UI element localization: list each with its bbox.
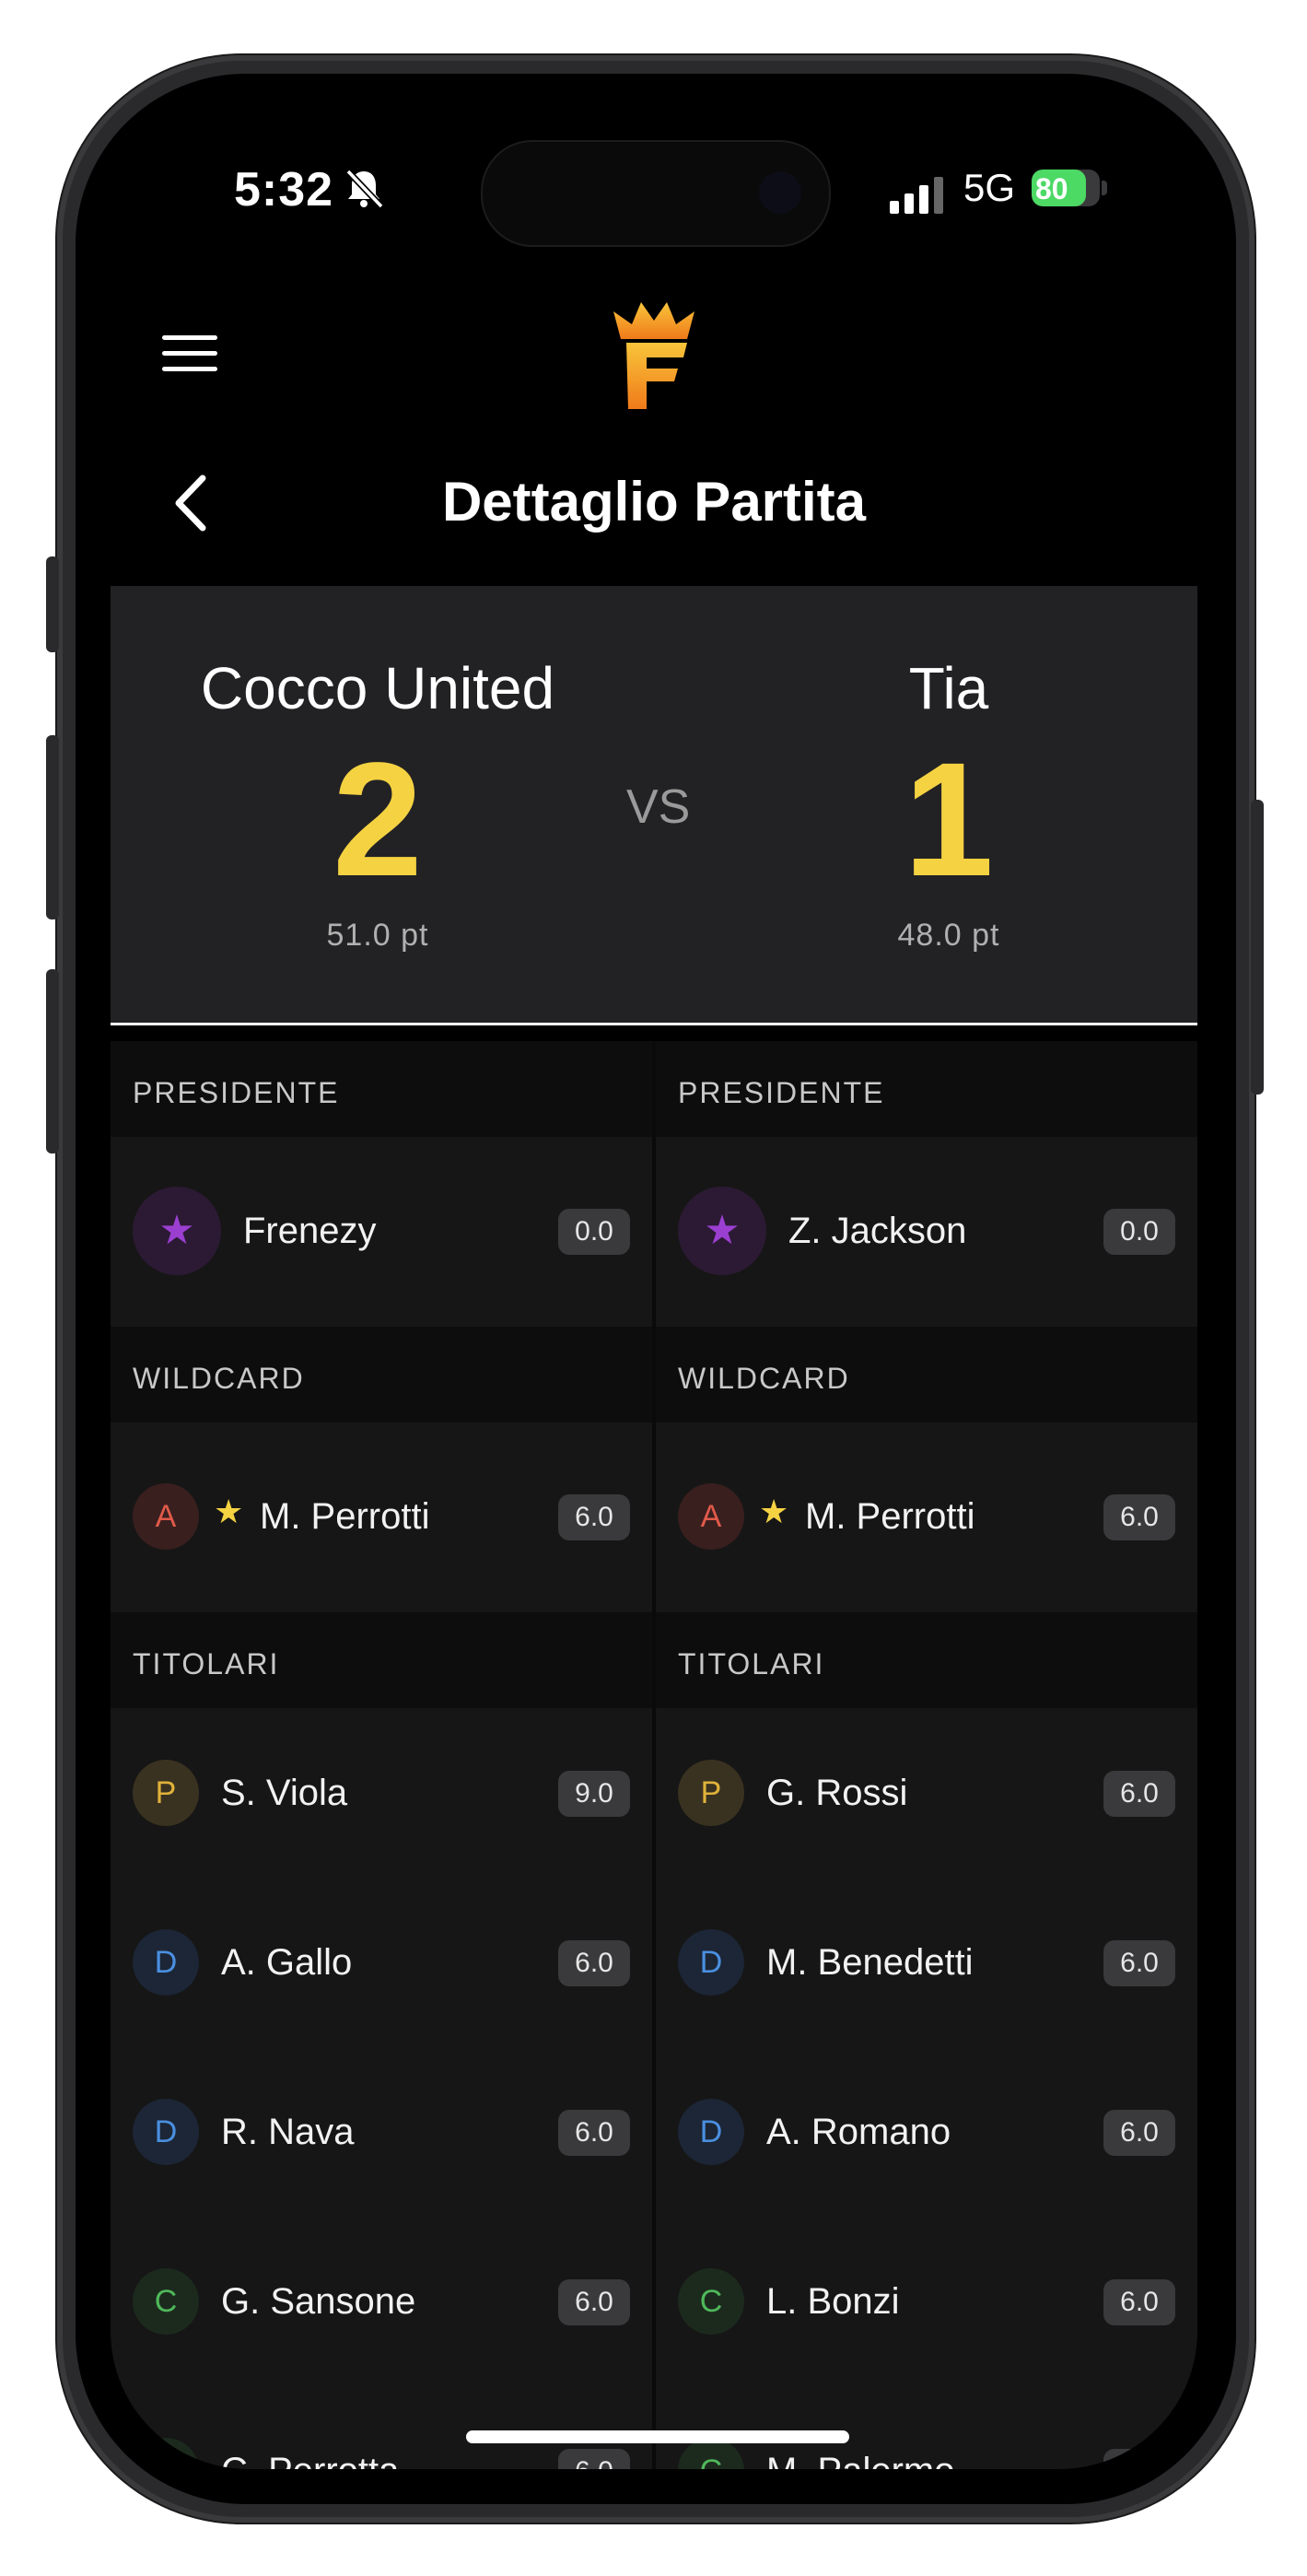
home-team-points: 51.0 pt (326, 918, 429, 953)
volume-down-button (46, 969, 59, 1153)
list-item[interactable]: C C. Perrotta 6.0 (111, 2386, 652, 2469)
player-name: M. Perrotti (260, 1496, 430, 1537)
player-name: M. Perrotti (805, 1496, 975, 1537)
action-button (46, 556, 59, 652)
star-icon: ★ (678, 1187, 766, 1275)
player-name: A. Gallo (221, 1942, 353, 1983)
bell-slash-icon (345, 169, 384, 209)
section-header-wildcard: WILDCARD (111, 1327, 652, 1423)
player-name: M. Palermo (766, 2451, 955, 2469)
player-name: S. Viola (221, 1773, 348, 1813)
list-item[interactable]: P S. Viola 9.0 (111, 1708, 652, 1879)
volume-up-button (46, 735, 59, 919)
role-badge: D (678, 2099, 744, 2165)
player-name: R. Nava (221, 2112, 355, 2152)
list-item[interactable]: D R. Nava 6.0 (111, 2047, 652, 2219)
player-name: L. Bonzi (766, 2281, 900, 2322)
section-header-titolari: TITOLARI (111, 1612, 652, 1708)
vs-label: VS (626, 780, 691, 834)
role-badge: D (133, 1929, 199, 1996)
role-badge: P (678, 1760, 744, 1826)
battery-percentage: 80 (1035, 172, 1068, 205)
president-name: Z. Jackson (788, 1211, 967, 1251)
star-icon: ★ (214, 1493, 244, 1530)
screen: 5:32 5G 80 Dettaglio Partita Cocco Unite… (111, 109, 1197, 2469)
hamburger-menu-icon[interactable] (162, 335, 217, 376)
score-badge: 6.0 (1103, 1771, 1175, 1817)
away-team-score: 1 (904, 730, 994, 910)
score-badge: 6.0 (558, 1940, 630, 1986)
score-badge: 0.0 (558, 1209, 630, 1255)
network-type: 5G (963, 166, 1016, 209)
star-icon: ★ (759, 1493, 789, 1530)
battery-icon: 80 (1032, 170, 1100, 206)
section-header-titolari: TITOLARI (656, 1612, 1197, 1708)
list-item[interactable]: C L. Bonzi 6.0 (656, 2217, 1197, 2388)
list-item[interactable]: D A. Gallo 6.0 (111, 1878, 652, 2049)
player-name: G. Rossi (766, 1773, 908, 1813)
section-header-wildcard: WILDCARD (656, 1327, 1197, 1423)
home-team-score: 2 (333, 730, 423, 910)
score-badge: 6.0 (1103, 2279, 1175, 2325)
role-badge: A (678, 1483, 744, 1550)
player-name: C. Perrotta (221, 2451, 399, 2469)
player-name: G. Sansone (221, 2281, 416, 2322)
president-name: Frenezy (243, 1211, 377, 1251)
status-bar: 5:32 5G 80 (111, 109, 1197, 275)
away-team-points: 48.0 pt (897, 918, 1000, 953)
list-item[interactable]: D A. Romano 6.0 (656, 2047, 1197, 2219)
score-badge: 6.0 (558, 1494, 630, 1540)
player-name: M. Benedetti (766, 1942, 974, 1983)
score-badge: 6.0 (1103, 2449, 1175, 2469)
list-item[interactable]: C G. Sansone 6.0 (111, 2217, 652, 2388)
wildcard-row[interactable]: A ★ M. Perrotti 6.0 (111, 1423, 652, 1614)
role-badge: P (133, 1760, 199, 1826)
role-badge: C (678, 2268, 744, 2335)
wildcard-row[interactable]: A ★ M. Perrotti 6.0 (656, 1423, 1197, 1614)
score-badge: 9.0 (558, 1771, 630, 1817)
app-logo-icon (613, 302, 694, 409)
score-badge: 6.0 (1103, 1940, 1175, 1986)
page-title: Dettaglio Partita (441, 471, 867, 533)
battery-tip (1102, 181, 1107, 195)
score-badge: 6.0 (558, 2110, 630, 2156)
role-badge: A (133, 1483, 199, 1550)
home-indicator[interactable] (466, 2430, 849, 2443)
section-header-presidente: PRESIDENTE (111, 1041, 652, 1137)
score-badge: 6.0 (1103, 2110, 1175, 2156)
list-item[interactable]: D M. Benedetti 6.0 (656, 1878, 1197, 2049)
president-row[interactable]: ★ Frenezy 0.0 (111, 1137, 652, 1329)
star-icon: ★ (133, 1187, 221, 1275)
section-header-presidente: PRESIDENTE (656, 1041, 1197, 1137)
dynamic-island (481, 140, 831, 247)
home-team-name: Cocco United (200, 655, 555, 721)
status-time: 5:32 (234, 163, 334, 217)
power-button (1251, 800, 1264, 1095)
role-badge: C (133, 2268, 199, 2335)
score-badge: 6.0 (1103, 1494, 1175, 1540)
score-badge: 0.0 (1103, 1209, 1175, 1255)
president-row[interactable]: ★ Z. Jackson 0.0 (656, 1137, 1197, 1329)
role-badge: D (678, 1929, 744, 1996)
score-badge: 6.0 (558, 2279, 630, 2325)
away-team-name: Tia (908, 655, 989, 721)
score-badge: 6.0 (558, 2449, 630, 2469)
player-name: A. Romano (766, 2112, 951, 2152)
signal-icon (890, 177, 943, 214)
list-item[interactable]: P G. Rossi 6.0 (656, 1708, 1197, 1879)
role-badge: D (133, 2099, 199, 2165)
list-item[interactable]: C M. Palermo 6.0 (656, 2386, 1197, 2469)
camera-icon (759, 171, 801, 214)
match-scoreboard: Cocco United 2 51.0 pt VS Tia 1 48.0 pt (111, 586, 1197, 1025)
role-badge: C (133, 2438, 199, 2469)
